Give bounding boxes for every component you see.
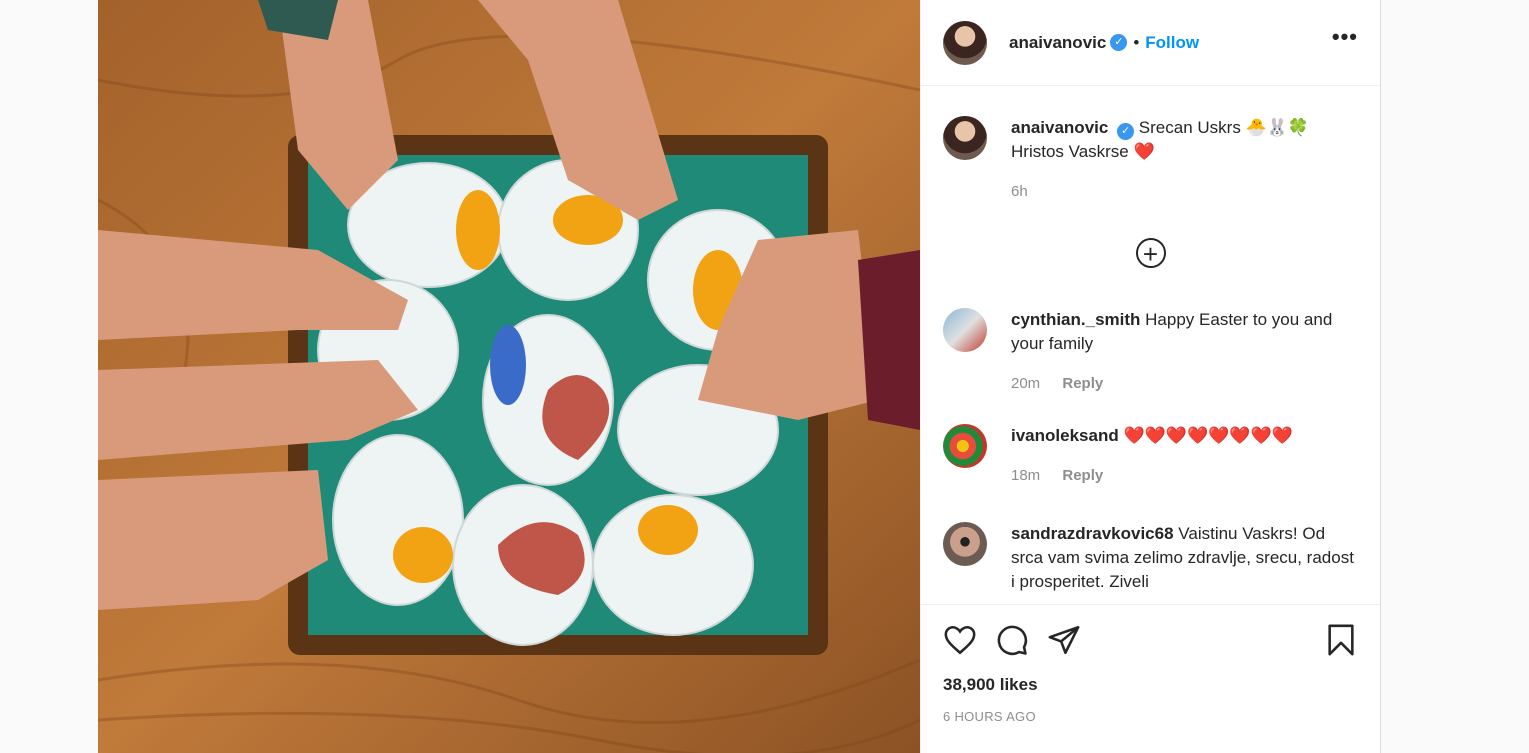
post-sidebar: anaivanovic ✓ • Follow ••• anaivanovic ✓… [920,0,1381,753]
easter-eggs-photo [98,0,920,753]
more-options-icon[interactable]: ••• [1332,24,1358,50]
comment-time: 18m [1011,467,1041,484]
post-photo[interactable] [98,0,920,753]
commenter-avatar[interactable] [943,424,987,468]
author-username[interactable]: anaivanovic [1009,33,1106,53]
comment-username[interactable]: sandrazdravkovic68 [1011,524,1174,543]
page-background-right [1381,0,1529,753]
post-actions: 38,900 likes 6 HOURS AGO [921,604,1380,753]
reply-button[interactable]: Reply [1062,467,1103,484]
author-avatar[interactable] [943,20,987,65]
comment-icon[interactable] [995,623,1029,657]
verified-badge-icon: ✓ [1117,123,1135,140]
caption-username[interactable]: anaivanovic [1011,118,1108,137]
comment-item: cynthian._smith Happy Easter to you and … [943,308,1358,396]
caption: anaivanovic ✓ Srecan Uskrs 🐣🐰🍀 Hristos V… [943,116,1358,204]
comment-username[interactable]: ivanoleksand [1011,426,1119,445]
share-icon[interactable] [1047,623,1081,657]
caption-text-line1: Srecan Uskrs 🐣🐰🍀 [1138,118,1310,137]
comment-meta: 20m Reply [1011,372,1358,396]
caption-avatar[interactable] [943,116,987,160]
commenter-avatar[interactable] [943,308,987,352]
comment-item: sandrazdravkovic68 Vaistinu Vaskrs! Od s… [943,522,1358,594]
comment-item: ivanoleksand ❤️❤️❤️❤️❤️❤️❤️❤️ 18m Reply [943,424,1358,488]
comments-list[interactable]: anaivanovic ✓ Srecan Uskrs 🐣🐰🍀 Hristos V… [921,86,1380,604]
separator-dot: • [1133,32,1140,52]
caption-time: 6h [1011,183,1028,200]
comment-username[interactable]: cynthian._smith [1011,310,1140,329]
commenter-avatar[interactable] [943,522,987,566]
bookmark-icon[interactable] [1324,623,1358,657]
likes-count[interactable]: 38,900 likes [943,675,1358,695]
load-more-comments: + [943,238,1358,268]
reply-button[interactable]: Reply [1062,375,1103,392]
follow-button[interactable]: Follow [1145,33,1199,53]
post-timestamp: 6 HOURS AGO [943,709,1036,724]
heart-icon[interactable] [943,623,977,657]
comment-time: 20m [1011,375,1041,392]
comment-text: ❤️❤️❤️❤️❤️❤️❤️❤️ [1123,426,1293,445]
post-header: anaivanovic ✓ • Follow ••• [921,0,1380,86]
caption-text-line2: Hristos Vaskrse ❤️ [1011,142,1155,161]
verified-badge-icon: ✓ [1110,34,1128,51]
load-more-comments-icon[interactable]: + [1135,238,1166,268]
post-modal: anaivanovic ✓ • Follow ••• anaivanovic ✓… [98,0,1381,753]
comment-meta: 18m Reply [1011,464,1358,488]
action-icons [943,605,1358,675]
